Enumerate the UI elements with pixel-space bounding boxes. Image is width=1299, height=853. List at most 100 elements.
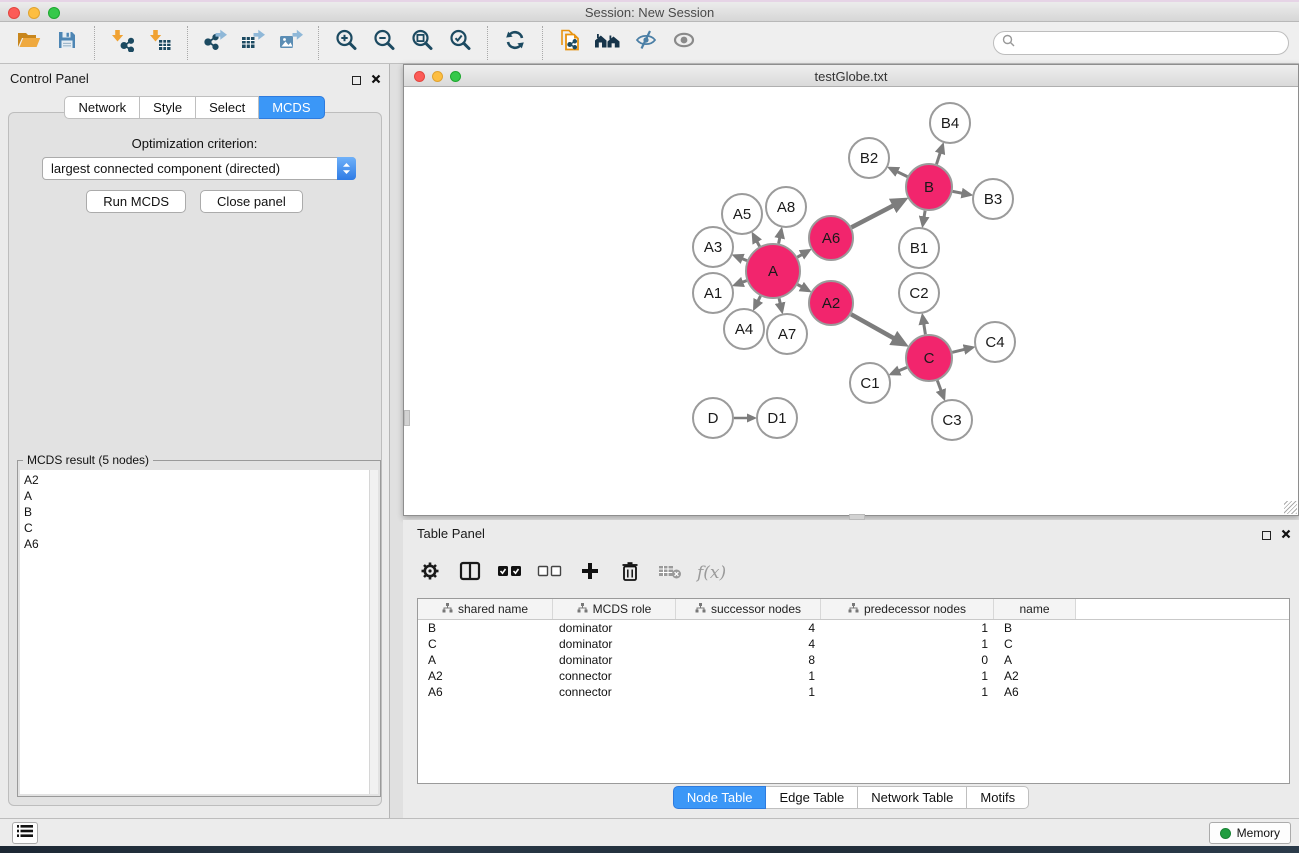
result-item[interactable]: B bbox=[20, 504, 369, 520]
delete-row-button[interactable] bbox=[617, 560, 643, 586]
column-header-name[interactable]: name bbox=[994, 599, 1076, 619]
graph-edge-A-A4[interactable] bbox=[755, 296, 761, 308]
table-cell: B bbox=[418, 620, 553, 636]
save-session-button[interactable] bbox=[48, 25, 86, 61]
graph-edge-A-A5[interactable] bbox=[753, 235, 759, 247]
close-panel-button[interactable]: Close panel bbox=[200, 190, 303, 213]
table-row[interactable]: Cdominator41C bbox=[418, 636, 1289, 652]
control-panel-header: Control Panel bbox=[0, 64, 389, 92]
graph-edge-B-B4[interactable] bbox=[937, 145, 943, 164]
new-network-from-selection-button[interactable] bbox=[551, 25, 589, 61]
unchecked-boxes-icon bbox=[537, 563, 563, 584]
graph-edge-A-A2[interactable] bbox=[798, 285, 809, 291]
network-canvas[interactable]: B4B2BB3A8A5A6A3B1AC2A1A2A4A7C4CC1C3DD1 bbox=[405, 87, 1297, 515]
show-all-button[interactable] bbox=[665, 25, 703, 61]
import-network-button[interactable] bbox=[103, 25, 141, 61]
search-field[interactable] bbox=[993, 31, 1289, 55]
document-network-icon bbox=[558, 28, 582, 57]
graph-edge-B-B2[interactable] bbox=[890, 168, 907, 176]
memory-button[interactable]: Memory bbox=[1209, 822, 1291, 844]
graph-edge-C-C4[interactable] bbox=[952, 348, 972, 353]
close-panel-icon[interactable] bbox=[371, 71, 381, 89]
graph-edge-A-A3[interactable] bbox=[735, 256, 747, 261]
graph-node-label-A3: A3 bbox=[704, 239, 722, 256]
toolbar-separator bbox=[187, 26, 188, 60]
hide-selected-button[interactable] bbox=[627, 25, 665, 61]
import-table-button[interactable] bbox=[141, 25, 179, 61]
tab-motifs[interactable]: Motifs bbox=[967, 786, 1029, 809]
graph-node-label-D: D bbox=[708, 410, 719, 427]
graph-edge-A-A7[interactable] bbox=[779, 298, 782, 311]
unselect-all-button[interactable] bbox=[537, 560, 563, 586]
export-image-button[interactable] bbox=[272, 25, 310, 61]
float-panel-icon[interactable] bbox=[352, 76, 361, 85]
table-row[interactable]: A2connector11A2 bbox=[418, 668, 1289, 684]
run-mcds-button[interactable]: Run MCDS bbox=[86, 190, 186, 213]
result-item[interactable]: A6 bbox=[20, 536, 369, 552]
tab-network-table[interactable]: Network Table bbox=[858, 786, 967, 809]
hierarchy-icon bbox=[442, 602, 453, 616]
column-header-shared-name[interactable]: shared name bbox=[418, 599, 553, 619]
column-header-predecessor-nodes[interactable]: predecessor nodes bbox=[821, 599, 994, 619]
tab-node-table[interactable]: Node Table bbox=[673, 786, 767, 809]
result-item[interactable]: C bbox=[20, 520, 369, 536]
graph-edge-A-A1[interactable] bbox=[735, 281, 747, 285]
table-row[interactable]: A6connector11A6 bbox=[418, 684, 1289, 700]
add-row-button[interactable] bbox=[577, 560, 603, 586]
search-input[interactable] bbox=[1019, 34, 1288, 52]
vertical-scroll-nub[interactable] bbox=[404, 410, 410, 426]
column-header-successor-nodes[interactable]: successor nodes bbox=[676, 599, 821, 619]
graph-edge-C-C1[interactable] bbox=[892, 367, 907, 373]
optimization-criterion-select[interactable]: largest connected component (directed) bbox=[42, 157, 356, 180]
tab-network[interactable]: Network bbox=[64, 96, 140, 119]
graph-edge-A-A6[interactable] bbox=[797, 251, 808, 258]
show-column-button[interactable] bbox=[457, 560, 483, 586]
table-row[interactable]: Adominator80A bbox=[418, 652, 1289, 668]
tab-mcds[interactable]: MCDS bbox=[259, 96, 324, 119]
select-all-button[interactable] bbox=[497, 560, 523, 586]
graph-edge-B-B3[interactable] bbox=[953, 191, 970, 194]
node-table-header: shared nameMCDS rolesuccessor nodesprede… bbox=[418, 599, 1289, 620]
tab-style[interactable]: Style bbox=[140, 96, 196, 119]
select-stepper-icon bbox=[337, 157, 356, 180]
result-item[interactable]: A2 bbox=[20, 472, 369, 488]
zoom-in-button[interactable] bbox=[327, 25, 365, 61]
graph-edge-C-C3[interactable] bbox=[937, 381, 944, 398]
main-toolbar bbox=[0, 22, 1299, 64]
table-cell: C bbox=[418, 636, 553, 652]
graph-edge-A-A8[interactable] bbox=[779, 230, 782, 244]
close-table-panel-icon[interactable] bbox=[1281, 526, 1291, 544]
zoom-fit-button[interactable] bbox=[403, 25, 441, 61]
open-session-button[interactable] bbox=[10, 25, 48, 61]
table-cell: A2 bbox=[418, 668, 553, 684]
column-header-MCDS-role[interactable]: MCDS role bbox=[553, 599, 676, 619]
graph-edge-A2-C[interactable] bbox=[851, 314, 904, 344]
resize-grip[interactable] bbox=[1284, 501, 1297, 514]
network-window-titlebar[interactable]: testGlobe.txt bbox=[404, 65, 1298, 87]
export-table-button[interactable] bbox=[234, 25, 272, 61]
tab-edge-table[interactable]: Edge Table bbox=[766, 786, 858, 809]
hierarchy-icon bbox=[848, 602, 859, 616]
graph-edge-C-C2[interactable] bbox=[923, 316, 926, 334]
result-item[interactable]: A bbox=[20, 488, 369, 504]
export-network-button[interactable] bbox=[196, 25, 234, 61]
graph-edge-A6-B[interactable] bbox=[851, 200, 903, 227]
delete-table-button[interactable] bbox=[657, 560, 683, 586]
table-row[interactable]: Bdominator41B bbox=[418, 620, 1289, 636]
first-neighbors-button[interactable] bbox=[589, 25, 627, 61]
table-cell: 8 bbox=[676, 652, 821, 668]
refresh-layout-button[interactable] bbox=[496, 25, 534, 61]
graph-edge-B-B1[interactable] bbox=[923, 211, 925, 225]
zoom-selected-button[interactable] bbox=[441, 25, 479, 61]
float-table-panel-icon[interactable] bbox=[1262, 531, 1271, 540]
graph-node-label-D1: D1 bbox=[767, 410, 786, 427]
graph-node-label-C: C bbox=[924, 350, 935, 367]
table-settings-button[interactable] bbox=[417, 560, 443, 586]
task-history-button[interactable] bbox=[12, 822, 38, 844]
tab-select[interactable]: Select bbox=[196, 96, 259, 119]
graph-node-label-C2: C2 bbox=[909, 285, 928, 302]
graph-node-label-B: B bbox=[924, 179, 934, 196]
zoom-out-button[interactable] bbox=[365, 25, 403, 61]
function-builder-button[interactable]: f(x) bbox=[697, 560, 726, 586]
result-scrollbar[interactable] bbox=[369, 470, 378, 794]
